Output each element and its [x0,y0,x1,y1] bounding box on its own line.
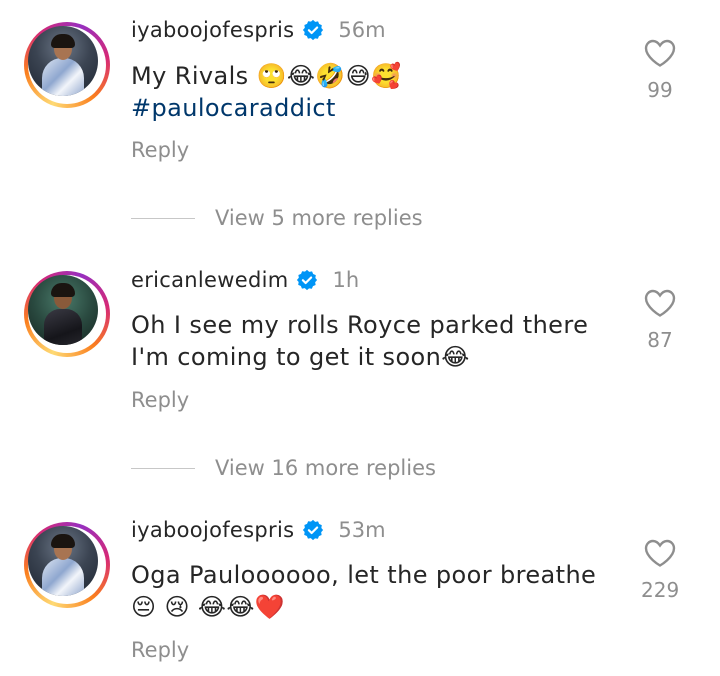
avatar[interactable] [28,275,98,345]
username[interactable]: iyaboojofespris [131,518,294,542]
view-more-replies[interactable]: View 16 more replies [131,456,436,480]
like-count: 99 [647,78,673,102]
avatar[interactable] [28,526,98,596]
reply-button[interactable]: Reply [131,388,189,412]
username[interactable]: ericanlewedim [131,268,288,292]
heart-outline-icon[interactable] [643,38,677,68]
like-button[interactable]: 229 [641,538,679,602]
divider-line [131,467,195,469]
avatar-story-ring[interactable] [24,522,110,608]
like-count: 87 [647,328,673,352]
comment-text: Oga Pauloooooo, let the poor breathe 😔 😢… [131,561,597,621]
comment-time: 53m [338,518,386,542]
comment-meta: iyaboojofespris 53m [131,518,386,542]
reply-button[interactable]: Reply [131,138,189,162]
username[interactable]: iyaboojofespris [131,18,294,42]
comment-meta: ericanlewedim 1h [131,268,359,292]
comment-text: My Rivals 🙄😂🤣😅🥰 #paulocaraddict [131,60,611,124]
heart-outline-icon[interactable] [643,288,677,318]
like-count: 229 [641,578,680,602]
view-more-replies[interactable]: View 5 more replies [131,206,423,230]
avatar-story-ring[interactable] [24,22,110,108]
hashtag-link[interactable]: #paulocaraddict [131,94,336,122]
comment-time: 1h [332,268,360,292]
comment-text: Oh I see my rolls Royce parked there I'm… [131,311,589,371]
comment-body: My Rivals 🙄😂🤣😅🥰 [131,62,402,90]
heart-outline-icon[interactable] [643,538,677,568]
view-more-replies-label[interactable]: View 5 more replies [215,206,423,230]
comment-meta: iyaboojofespris 56m [131,18,386,42]
avatar-story-ring[interactable] [24,271,110,357]
avatar[interactable] [28,26,98,96]
divider-line [131,217,195,219]
like-button[interactable]: 87 [641,288,679,352]
reply-button[interactable]: Reply [131,638,189,662]
verified-badge-icon [303,519,324,541]
verified-badge-icon [297,269,318,291]
verified-badge-icon [303,19,324,41]
like-button[interactable]: 99 [641,38,679,102]
view-more-replies-label[interactable]: View 16 more replies [215,456,436,480]
comment-time: 56m [338,18,386,42]
